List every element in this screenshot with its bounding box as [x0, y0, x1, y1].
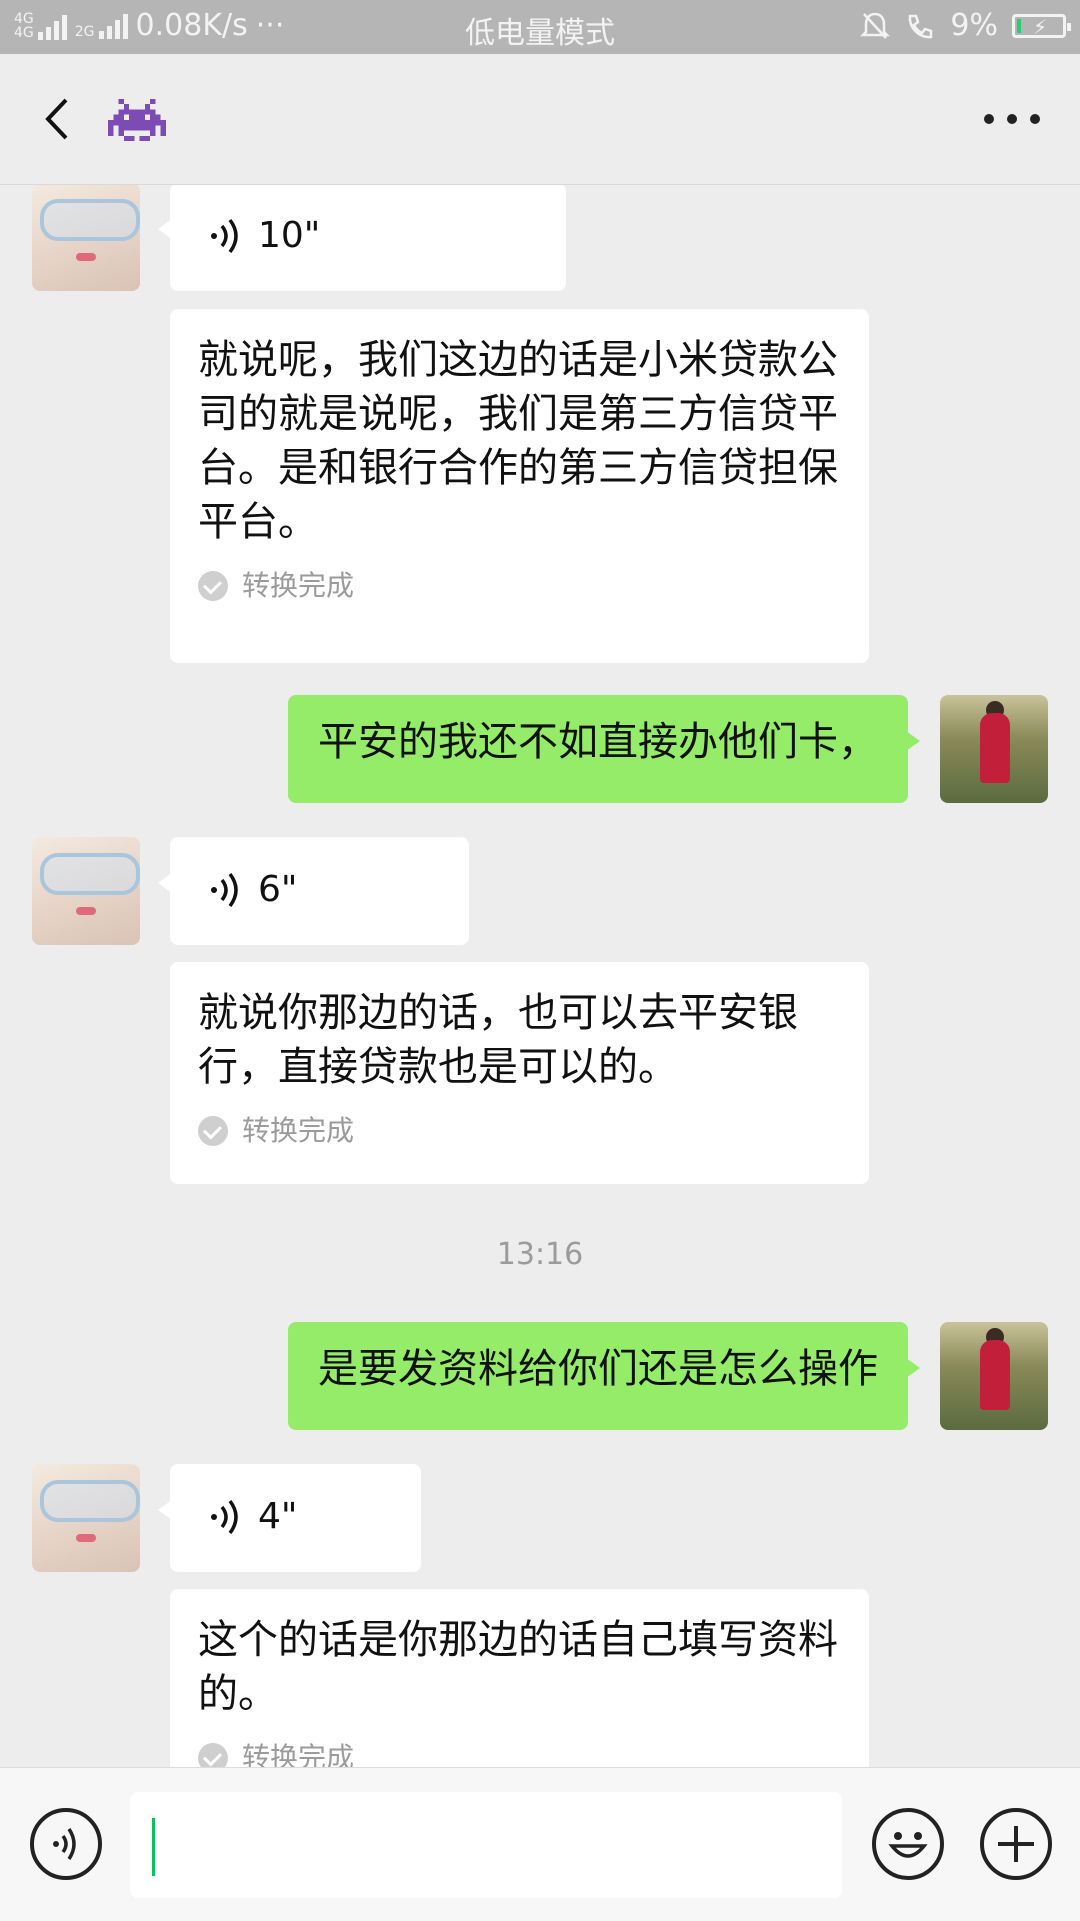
phone-wifi-icon: [909, 14, 933, 38]
transcript-text: 就说呢，我们这边的话是小米贷款公司的就是说呢，我们是第三方信贷平台。是和银行合作…: [198, 337, 838, 545]
message-list[interactable]: 10" 就说呢，我们这边的话是小米贷款公司的就是说呢，我们是第三方信贷平台。是和…: [0, 185, 1080, 1767]
transcript-status-label: 转换完成: [242, 1114, 355, 1147]
battery-icon: ⚡: [1012, 13, 1071, 39]
transcript-bubble[interactable]: 这个的话是你那边的话自己填写资料的。 转换完成: [170, 1589, 869, 1767]
message-text: 是要发资料给你们还是怎么操作: [318, 1346, 878, 1392]
transcript-status-label: 转换完成: [242, 1741, 355, 1767]
sent-message[interactable]: 平安的我还不如直接办他们卡，: [288, 695, 920, 803]
message-text: 平安的我还不如直接办他们卡，: [318, 719, 878, 765]
voice-message[interactable]: 10": [158, 185, 566, 291]
check-circle-icon: [198, 1116, 228, 1146]
transcript-text: 就说你那边的话，也可以去平安银行，直接贷款也是可以的。: [198, 990, 798, 1090]
voice-duration: 4": [258, 1496, 298, 1537]
chat-header: [0, 54, 1080, 185]
contact-avatar[interactable]: [32, 837, 140, 945]
transcript-bubble[interactable]: 就说你那边的话，也可以去平安银行，直接贷款也是可以的。 转换完成: [170, 962, 869, 1184]
status-bar: 4G 4G 2G 0.08K/s ··· 低电量模式 9% ⚡: [0, 0, 1080, 54]
message-timestamp: 13:16: [496, 1237, 584, 1272]
sent-message[interactable]: 是要发资料给你们还是怎么操作: [288, 1322, 920, 1430]
transcript-status: 转换完成: [198, 1104, 869, 1158]
check-circle-icon: [198, 1743, 228, 1767]
space-invader-icon: [108, 98, 166, 142]
status-right: 9% ⚡: [860, 8, 1071, 43]
battery-percent: 9%: [950, 8, 998, 43]
transcript-status: 转换完成: [198, 1731, 869, 1767]
plus-icon[interactable]: [980, 1808, 1052, 1880]
input-bar: [0, 1767, 1080, 1921]
check-circle-icon: [198, 571, 228, 601]
chevron-left-icon[interactable]: [34, 94, 84, 144]
voice-message[interactable]: 6": [158, 837, 469, 945]
user-avatar[interactable]: [940, 1322, 1048, 1430]
transcript-status: 转换完成: [198, 559, 869, 613]
voice-wave-icon: [211, 1499, 238, 1535]
transcript-text: 这个的话是你那边的话自己填写资料的。: [198, 1617, 838, 1717]
voice-message[interactable]: 4": [158, 1464, 421, 1572]
voice-duration: 10": [258, 215, 321, 256]
contact-avatar[interactable]: [32, 1464, 140, 1572]
text-caret: [152, 1818, 155, 1876]
message-input[interactable]: [130, 1792, 842, 1898]
voice-duration: 6": [258, 869, 298, 910]
transcript-status-label: 转换完成: [242, 569, 355, 602]
more-dots-icon[interactable]: [984, 106, 1040, 132]
emoji-icon[interactable]: [872, 1808, 944, 1880]
transcript-bubble[interactable]: 就说呢，我们这边的话是小米贷款公司的就是说呢，我们是第三方信贷平台。是和银行合作…: [170, 309, 869, 663]
contact-avatar[interactable]: [32, 185, 140, 291]
user-avatar[interactable]: [940, 695, 1048, 803]
voice-wave-icon: [211, 218, 238, 254]
voice-wave-icon: [211, 872, 238, 908]
voice-input-icon[interactable]: [30, 1808, 102, 1880]
alarm-muted-icon: [860, 12, 891, 39]
